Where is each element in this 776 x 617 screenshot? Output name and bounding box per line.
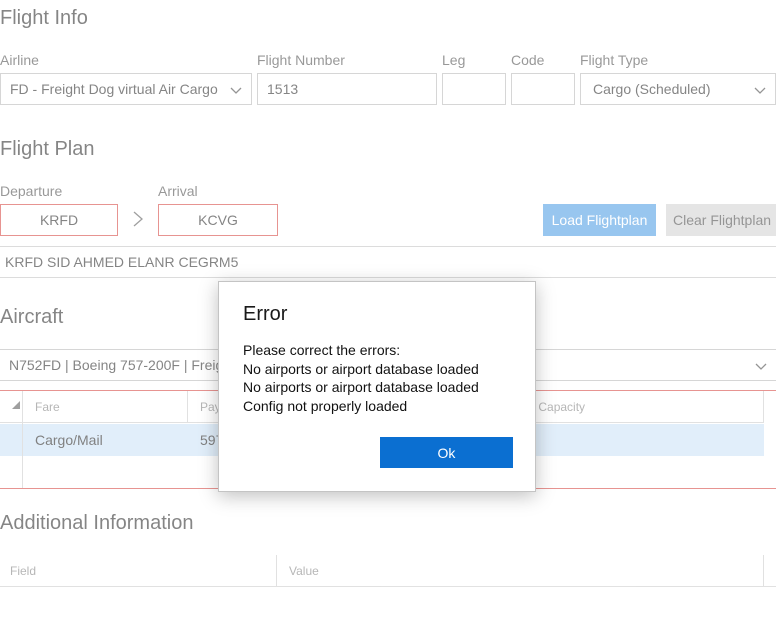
chevron-right-icon xyxy=(133,211,143,227)
column-header-fare[interactable]: Fare xyxy=(22,391,187,423)
error-message-line: Config not properly loaded xyxy=(243,398,408,415)
column-header-field[interactable]: Field xyxy=(0,555,277,587)
aircraft-title: Aircraft xyxy=(0,306,64,328)
chevron-down-icon xyxy=(230,87,242,94)
chevron-down-icon xyxy=(755,363,767,370)
sort-icon[interactable] xyxy=(12,401,20,409)
flight-number-value: 1513 xyxy=(267,81,299,97)
flight-info-title: Flight Info xyxy=(0,7,88,29)
route-field[interactable]: KRFD SID AHMED ELANR CEGRM5 xyxy=(0,246,776,278)
flight-type-select[interactable]: Cargo (Scheduled) xyxy=(580,73,776,105)
airline-select[interactable]: FD - Freight Dog virtual Air Cargo xyxy=(0,73,252,105)
column-header-load-capacity[interactable]: oad Capacity xyxy=(515,391,764,423)
flight-type-value: Cargo (Scheduled) xyxy=(593,81,711,97)
arrival-value: KCVG xyxy=(198,212,238,228)
route-value: KRFD SID AHMED ELANR CEGRM5 xyxy=(5,254,239,270)
flight-type-label: Flight Type xyxy=(580,52,649,68)
additional-info-grid: Field Value xyxy=(0,555,776,587)
leg-input[interactable] xyxy=(442,73,506,105)
additional-info-title: Additional Information xyxy=(0,512,194,534)
code-label: Code xyxy=(511,52,545,68)
departure-label: Departure xyxy=(0,183,63,199)
ok-button[interactable]: Ok xyxy=(380,437,513,468)
airline-label: Airline xyxy=(0,52,39,68)
error-message-line: No airports or airport database loaded xyxy=(243,379,479,396)
error-dialog: Error Please correct the errors: No airp… xyxy=(218,281,536,492)
flight-plan-title: Flight Plan xyxy=(0,138,95,160)
leg-label: Leg xyxy=(442,52,466,68)
error-message-line: No airports or airport database loaded xyxy=(243,360,479,377)
airline-value: FD - Freight Dog virtual Air Cargo xyxy=(10,81,218,97)
error-message-line: Please correct the errors: xyxy=(243,342,401,358)
flight-number-label: Flight Number xyxy=(257,52,345,68)
flight-number-input[interactable]: 1513 xyxy=(257,73,437,105)
arrival-label: Arrival xyxy=(158,183,198,199)
departure-input[interactable]: KRFD xyxy=(0,204,118,236)
dialog-title: Error xyxy=(243,303,288,325)
grid-divider xyxy=(763,391,764,423)
code-input[interactable] xyxy=(511,73,575,105)
arrival-input[interactable]: KCVG xyxy=(158,204,278,236)
grid-divider xyxy=(22,391,23,488)
load-flightplan-button[interactable]: Load Flightplan xyxy=(543,204,656,236)
column-header-value[interactable]: Value xyxy=(279,555,764,587)
chevron-down-icon xyxy=(754,87,766,94)
dialog-message: Please correct the errors: No airports o… xyxy=(243,341,479,416)
fare-cell: Cargo/Mail xyxy=(35,432,103,448)
departure-value: KRFD xyxy=(39,212,79,228)
clear-flightplan-button[interactable]: Clear Flightplan xyxy=(666,204,776,236)
aircraft-value: N752FD | Boeing 757-200F | Freig xyxy=(9,357,224,373)
